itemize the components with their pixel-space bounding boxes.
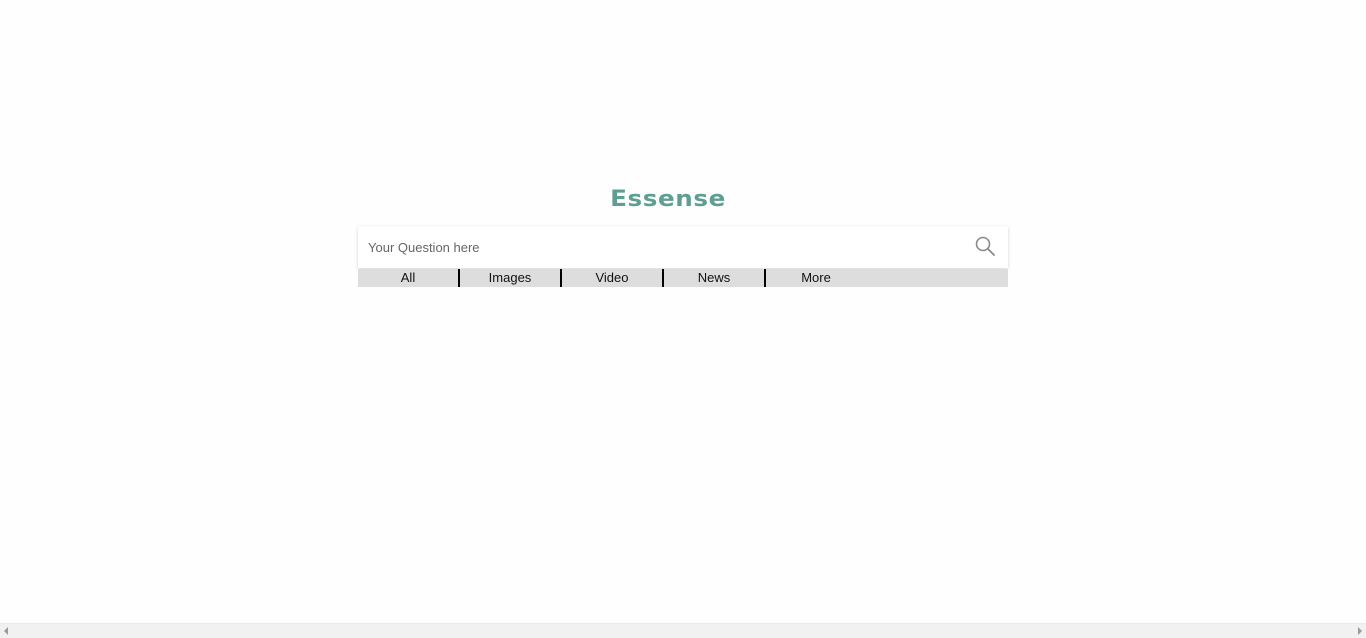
tab-news[interactable]: News	[664, 269, 766, 287]
search-icon	[975, 236, 995, 256]
tab-all[interactable]: All	[358, 269, 460, 287]
arrow-right-icon[interactable]	[1358, 627, 1362, 635]
search-box	[358, 226, 1008, 268]
tab-more[interactable]: More	[766, 269, 866, 287]
tab-video[interactable]: Video	[562, 269, 664, 287]
brand-logo: Essense	[610, 187, 726, 212]
horizontal-scrollbar[interactable]	[0, 623, 1366, 638]
search-input[interactable]	[358, 226, 958, 268]
tab-images[interactable]: Images	[460, 269, 562, 287]
search-page: Essense All Images Video News More	[0, 0, 1366, 638]
search-button[interactable]	[974, 235, 998, 259]
arrow-left-icon[interactable]	[4, 627, 8, 635]
search-tabs: All Images Video News More	[358, 269, 1008, 287]
